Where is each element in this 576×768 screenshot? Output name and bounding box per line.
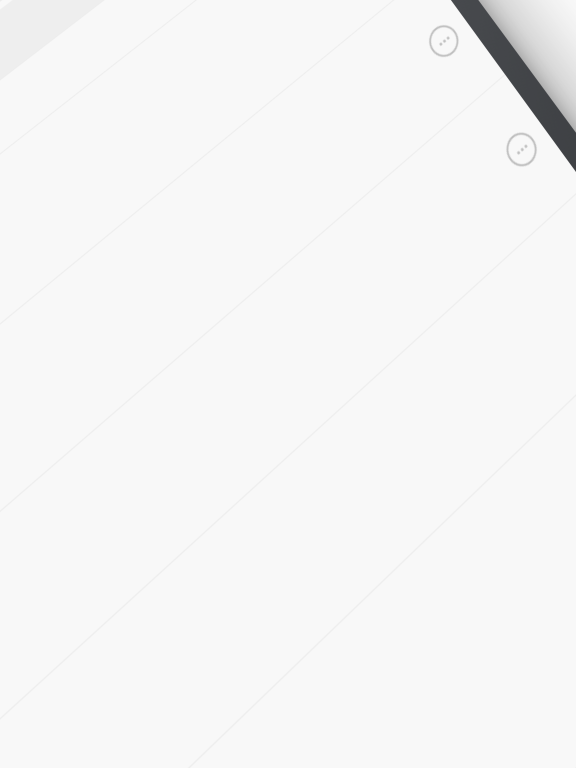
row-more-icon[interactable] — [500, 126, 542, 173]
tablet-frame: BELL ◖ 4:21 PM ✶ 100% Recent — [0, 0, 576, 768]
row-more-icon[interactable] — [423, 19, 464, 63]
screen: BELL ◖ 4:21 PM ✶ 100% Recent — [0, 0, 576, 768]
